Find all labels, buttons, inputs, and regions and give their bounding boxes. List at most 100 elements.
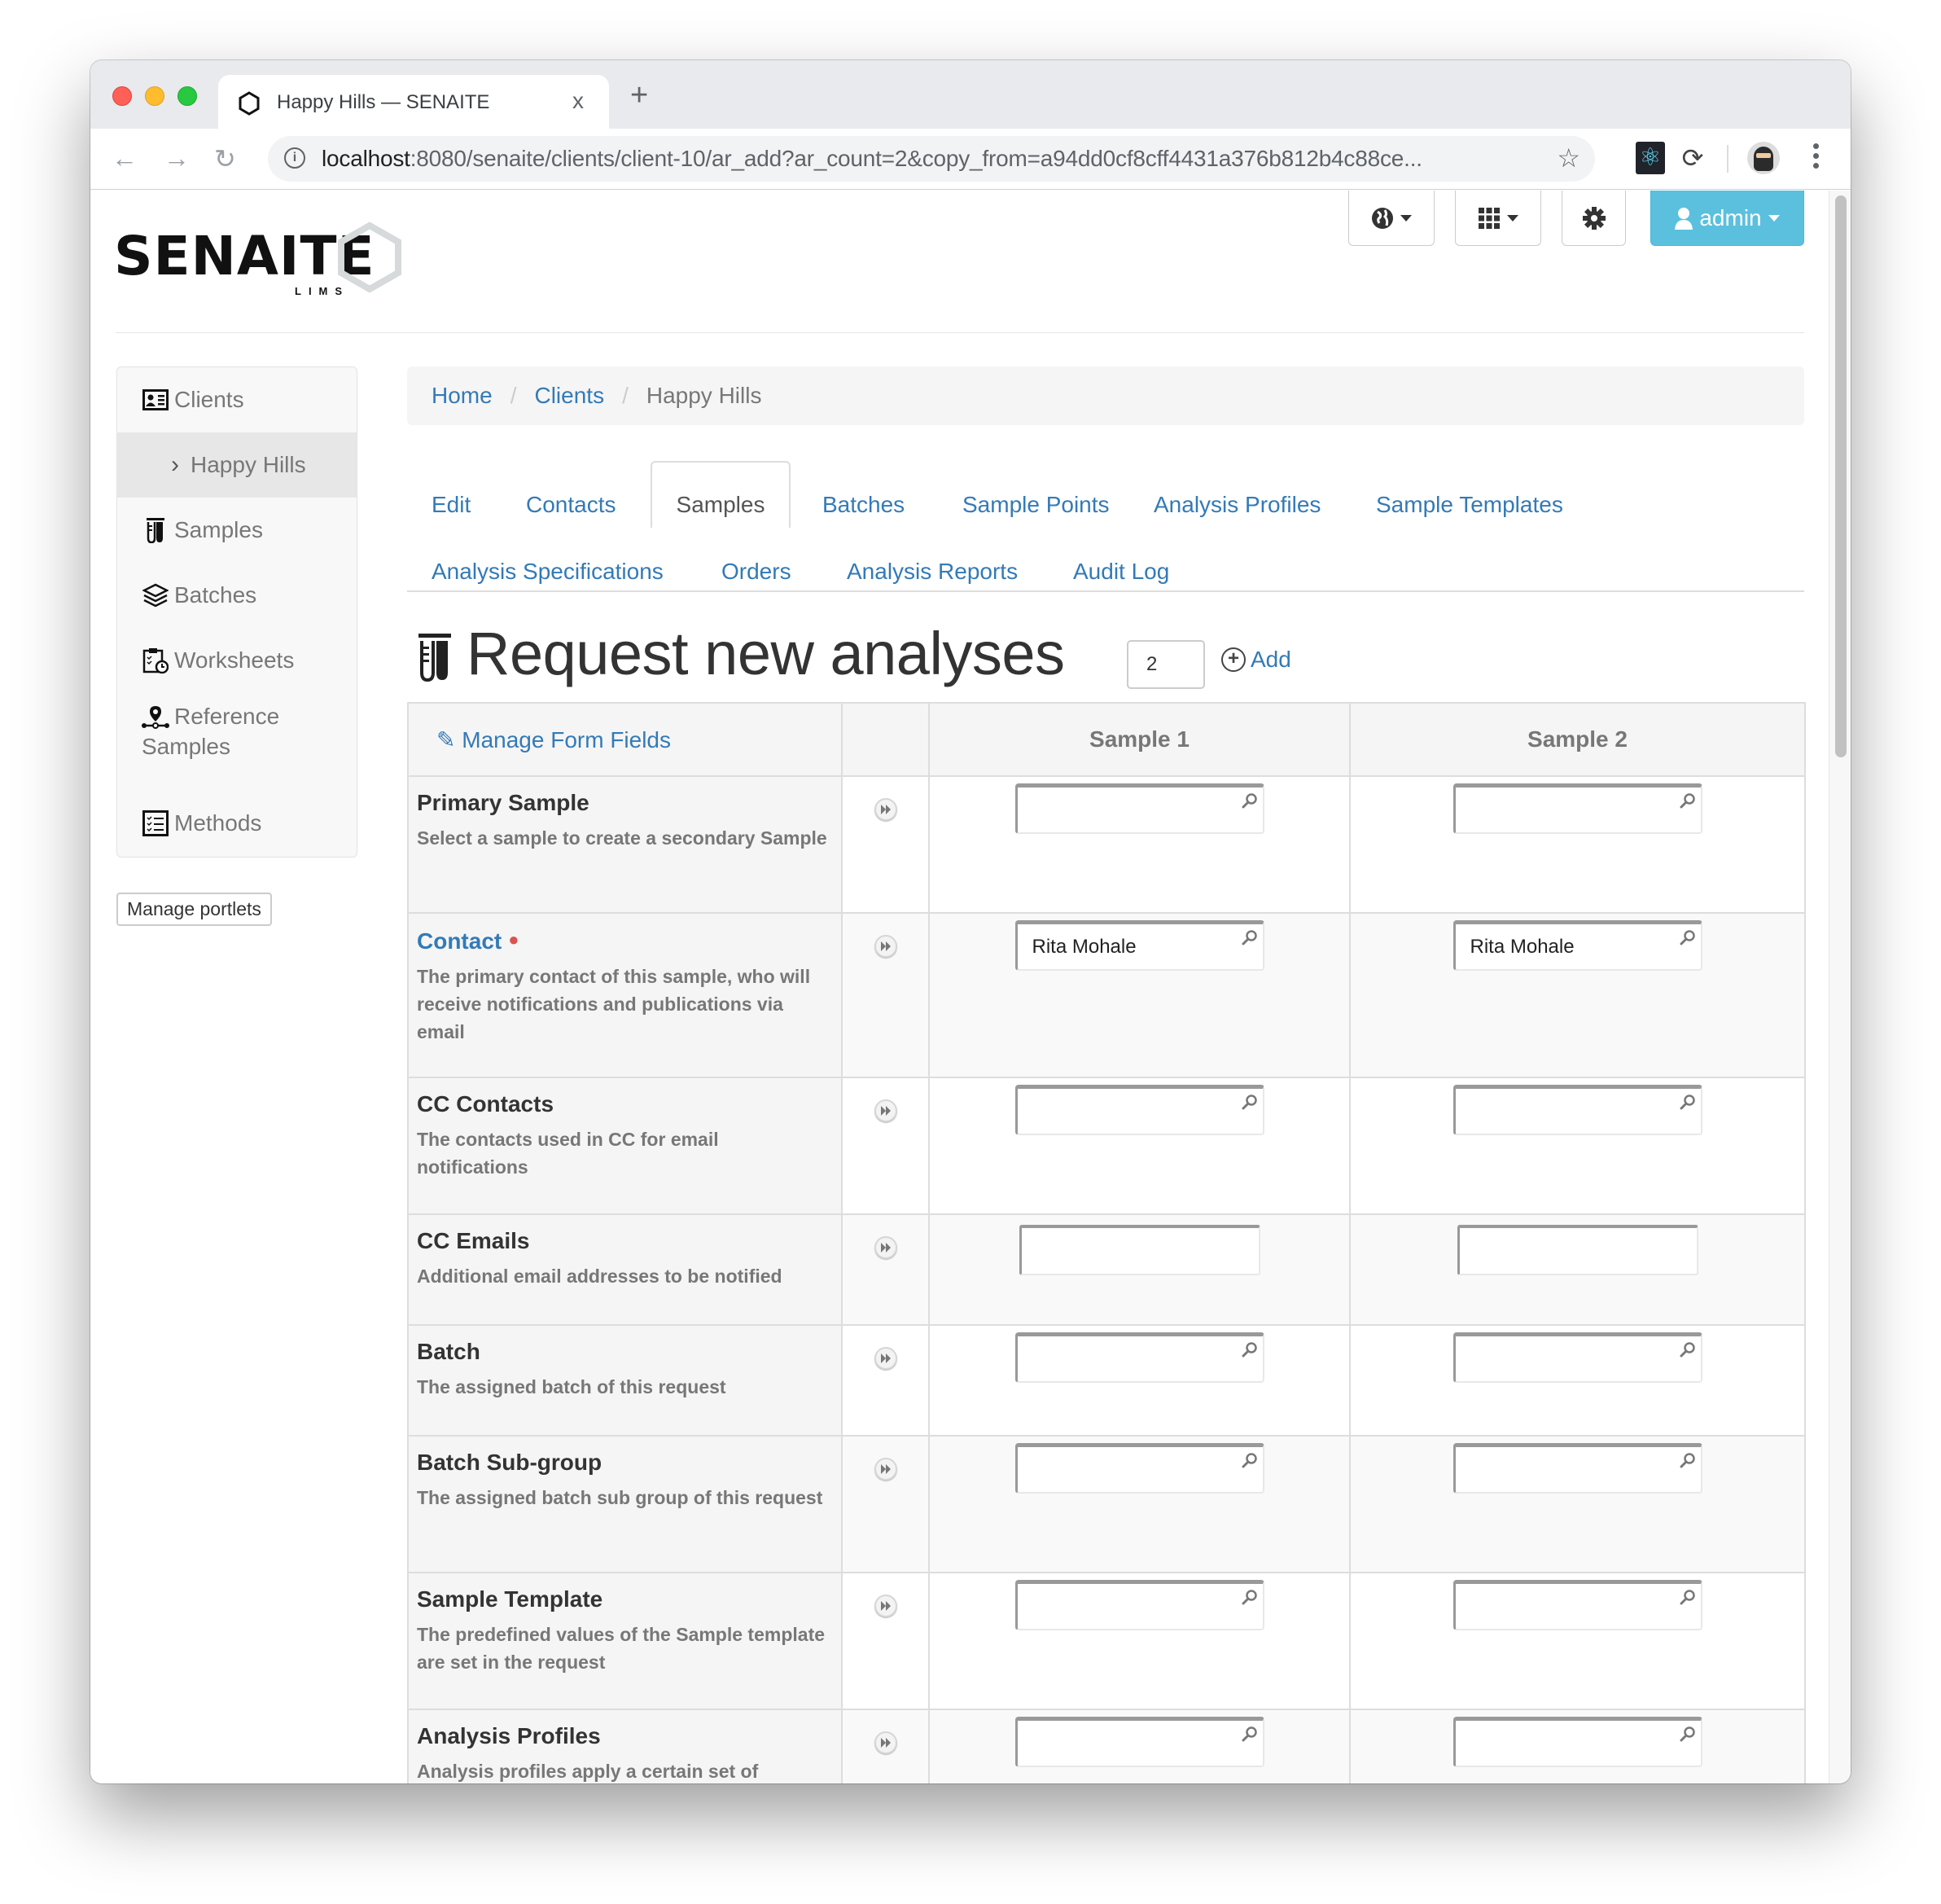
copy-to-all-icon[interactable] bbox=[874, 1347, 897, 1370]
copy-to-all-icon[interactable] bbox=[874, 1099, 897, 1122]
reference-input-sample-1[interactable] bbox=[1014, 1332, 1264, 1383]
search-icon[interactable] bbox=[1680, 1726, 1696, 1746]
search-icon[interactable] bbox=[1680, 1341, 1696, 1362]
sync-extension-icon[interactable]: ⟳ bbox=[1678, 142, 1707, 174]
reference-pin-icon bbox=[142, 703, 169, 730]
copy-to-all-icon[interactable] bbox=[874, 1595, 897, 1617]
text-input-sample-1[interactable] bbox=[1019, 1225, 1260, 1275]
sidebar-item-clients[interactable]: Clients bbox=[117, 367, 357, 432]
tab-analysis-specifications[interactable]: Analysis Specifications bbox=[432, 559, 664, 585]
search-icon[interactable] bbox=[1242, 1452, 1258, 1472]
profile-avatar[interactable] bbox=[1747, 142, 1780, 174]
language-dropdown-button[interactable] bbox=[1348, 191, 1435, 246]
new-tab-button[interactable]: + bbox=[630, 78, 648, 113]
url-text[interactable]: localhost:8080/senaite/clients/client-10… bbox=[322, 146, 1422, 172]
window-zoom-button[interactable] bbox=[177, 86, 197, 106]
sidebar-item-worksheets[interactable]: Worksheets bbox=[117, 628, 357, 693]
sidebar-item-reference-samples[interactable]: Reference Samples bbox=[117, 703, 357, 784]
site-info-icon[interactable]: i bbox=[284, 147, 305, 169]
copy-to-all-icon[interactable] bbox=[874, 1236, 897, 1259]
reference-input-sample-1[interactable] bbox=[1014, 1717, 1264, 1767]
reload-icon[interactable]: ↻ bbox=[214, 143, 236, 174]
reference-input-sample-2[interactable] bbox=[1452, 1085, 1702, 1135]
tab-analysis-reports[interactable]: Analysis Reports bbox=[847, 559, 1018, 585]
reference-input-sample-2[interactable] bbox=[1452, 1443, 1702, 1494]
copy-to-all-icon[interactable] bbox=[874, 935, 897, 958]
breadcrumb-home[interactable]: Home bbox=[432, 383, 493, 409]
field-label-cell: Analysis Profiles Analysis profiles apply… bbox=[407, 1709, 843, 1783]
browser-menu-icon[interactable] bbox=[1813, 143, 1820, 173]
reference-input-sample-2[interactable] bbox=[1452, 1717, 1702, 1767]
apps-dropdown-button[interactable] bbox=[1455, 191, 1541, 246]
text-input-sample-2[interactable] bbox=[1457, 1225, 1698, 1275]
field-value-cell bbox=[1349, 1324, 1806, 1437]
sidebar-item-samples[interactable]: Samples bbox=[117, 498, 357, 563]
tab-sample-points[interactable]: Sample Points bbox=[962, 492, 1110, 518]
column-header-sample-2: Sample 2 bbox=[1349, 702, 1806, 777]
copy-column-header bbox=[841, 702, 930, 777]
client-card-icon bbox=[142, 386, 169, 414]
field-value-cell bbox=[1349, 1435, 1806, 1573]
add-samples-button[interactable]: + Add bbox=[1221, 647, 1291, 673]
tab-close-icon[interactable]: x bbox=[572, 88, 584, 114]
page-scrollbar[interactable] bbox=[1829, 191, 1851, 1783]
field-value-cell bbox=[928, 775, 1351, 914]
tab-edit[interactable]: Edit bbox=[432, 492, 471, 518]
copy-to-all-icon[interactable] bbox=[874, 798, 897, 821]
search-icon[interactable] bbox=[1680, 929, 1696, 950]
search-icon[interactable] bbox=[1242, 1589, 1258, 1609]
tab-analysis-profiles[interactable]: Analysis Profiles bbox=[1154, 492, 1321, 518]
forward-arrow-icon[interactable]: → bbox=[164, 143, 190, 173]
search-icon[interactable] bbox=[1242, 1341, 1258, 1362]
form-row-cc-emails: CC Emails Additional email addresses to b… bbox=[407, 1213, 1806, 1326]
window-minimize-button[interactable] bbox=[145, 86, 164, 106]
field-label-cell: Contact ● The primary contact of this samp… bbox=[407, 912, 843, 1078]
reference-input-sample-1[interactable] bbox=[1014, 1443, 1264, 1494]
sample-count-input[interactable] bbox=[1127, 640, 1205, 689]
tab-orders[interactable]: Orders bbox=[721, 559, 791, 585]
search-icon[interactable] bbox=[1242, 929, 1258, 950]
copy-to-all-icon[interactable] bbox=[874, 1731, 897, 1754]
reference-input-sample-1[interactable] bbox=[1014, 783, 1264, 834]
search-icon[interactable] bbox=[1242, 792, 1258, 813]
search-icon[interactable] bbox=[1242, 1094, 1258, 1114]
copy-cell bbox=[841, 1077, 930, 1215]
copy-to-all-icon[interactable] bbox=[874, 1458, 897, 1481]
tab-batches[interactable]: Batches bbox=[822, 492, 905, 518]
breadcrumb-clients[interactable]: Clients bbox=[534, 383, 604, 409]
tab-sample-templates[interactable]: Sample Templates bbox=[1376, 492, 1563, 518]
search-icon[interactable] bbox=[1242, 1726, 1258, 1746]
reference-input-sample-1[interactable]: Rita Mohale bbox=[1014, 920, 1264, 971]
sidebar-item-methods[interactable]: Methods bbox=[117, 791, 357, 856]
manage-portlets-button[interactable]: Manage portlets bbox=[116, 893, 272, 926]
reference-input-sample-2[interactable] bbox=[1452, 1580, 1702, 1630]
bookmark-star-icon[interactable]: ☆ bbox=[1557, 143, 1580, 173]
reference-input-sample-1[interactable] bbox=[1014, 1085, 1264, 1135]
user-menu-button[interactable]: admin bbox=[1650, 191, 1804, 246]
address-bar[interactable]: i localhost:8080/senaite/clients/client-… bbox=[268, 136, 1595, 182]
scrollbar-thumb[interactable] bbox=[1835, 195, 1847, 757]
reference-input-sample-2[interactable] bbox=[1452, 783, 1702, 834]
tab-samples[interactable]: Samples bbox=[651, 461, 791, 528]
react-devtools-extension-icon[interactable]: ⚛ bbox=[1636, 142, 1665, 174]
sidebar-item-batches[interactable]: Batches bbox=[117, 563, 357, 628]
search-icon[interactable] bbox=[1680, 1589, 1696, 1609]
reference-input-sample-1[interactable] bbox=[1014, 1580, 1264, 1630]
search-icon[interactable] bbox=[1680, 792, 1696, 813]
manage-form-fields-link[interactable]: ✎ Manage Form Fields bbox=[407, 702, 843, 777]
gear-icon bbox=[1582, 206, 1606, 230]
tab-audit-log[interactable]: Audit Log bbox=[1073, 559, 1169, 585]
tab-contacts[interactable]: Contacts bbox=[526, 492, 616, 518]
reference-input-sample-2[interactable] bbox=[1452, 1332, 1702, 1383]
url-host: localhost bbox=[322, 146, 410, 171]
search-icon[interactable] bbox=[1680, 1094, 1696, 1114]
senaite-logo[interactable]: SENAITE LIMS bbox=[114, 222, 407, 303]
browser-tab-active[interactable]: Happy Hills — SENAITE x bbox=[218, 75, 609, 129]
window-close-button[interactable] bbox=[112, 86, 132, 106]
reference-input-sample-2[interactable]: Rita Mohale bbox=[1452, 920, 1702, 971]
site-setup-button[interactable] bbox=[1562, 191, 1626, 246]
sidebar-item-happy-hills[interactable]: › Happy Hills bbox=[117, 432, 357, 498]
caret-down-icon bbox=[1768, 214, 1780, 222]
back-arrow-icon[interactable]: ← bbox=[112, 143, 138, 173]
search-icon[interactable] bbox=[1680, 1452, 1696, 1472]
